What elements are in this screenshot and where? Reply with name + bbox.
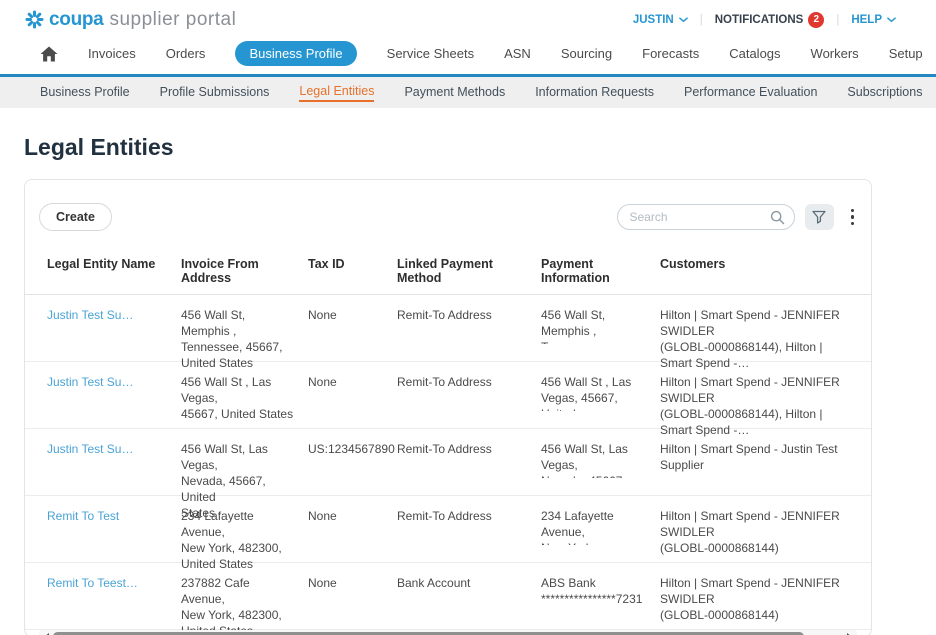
top-bar: coupa supplier portal JUSTIN | NOTIFICAT… [0, 0, 936, 37]
customers-cell: Hilton | Smart Spend - Justin Test Suppl… [660, 441, 863, 473]
nav-business-profile[interactable]: Business Profile [235, 41, 356, 66]
customers-cell: Hilton | Smart Spend - JENNIFER SWIDLER … [660, 508, 863, 556]
nav-orders[interactable]: Orders [166, 46, 206, 61]
create-button[interactable]: Create [39, 203, 112, 231]
col-header-customers: Customers [660, 257, 863, 285]
nav-asn[interactable]: ASN [504, 46, 531, 61]
horizontal-scrollbar [39, 630, 857, 635]
nav-service-sheets[interactable]: Service Sheets [387, 46, 474, 61]
linked-payment-method-cell: Remit-To Address [397, 374, 541, 390]
legal-entities-card: Create [24, 179, 872, 635]
user-menu-label: JUSTIN [633, 14, 674, 26]
table-row: Justin Test Su… 456 Wall St, Las Vegas, … [25, 429, 871, 496]
notifications-label: NOTIFICATIONS [715, 14, 804, 26]
linked-payment-method-cell: Remit-To Address [397, 508, 541, 524]
notifications-badge: 2 [808, 12, 824, 28]
page-title: Legal Entities [24, 134, 936, 161]
chevron-down-icon [887, 17, 896, 23]
user-menu[interactable]: JUSTIN [633, 14, 688, 26]
filter-button[interactable] [805, 204, 834, 230]
kebab-dot [851, 209, 855, 213]
legal-entity-link[interactable]: Remit To Teest… [47, 575, 181, 591]
toolbar: Create [25, 180, 871, 231]
sub-nav: Business Profile Profile Submissions Leg… [0, 77, 936, 108]
linked-payment-method-cell: Bank Account [397, 575, 541, 591]
tax-id-cell: None [308, 307, 397, 323]
invoice-from-address-cell: 456 Wall St , Las Vegas, 45667, United S… [181, 374, 308, 422]
help-menu[interactable]: HELP [851, 14, 896, 26]
subnav-subscriptions[interactable]: Subscriptions [847, 85, 922, 101]
search-input[interactable] [617, 204, 795, 230]
filter-funnel-icon [812, 210, 826, 224]
nav-invoices[interactable]: Invoices [88, 46, 136, 61]
kebab-dot [851, 215, 855, 219]
nav-setup[interactable]: Setup [889, 46, 923, 61]
subnav-legal-entities[interactable]: Legal Entities [299, 84, 374, 102]
nav-sourcing[interactable]: Sourcing [561, 46, 612, 61]
payment-information-cell: ABS Bank ****************7231 [541, 575, 660, 607]
col-header-payment-information: Payment Information [541, 257, 660, 285]
col-header-linked-payment-method: Linked Payment Method [397, 257, 541, 285]
main-content: Legal Entities Create [0, 134, 936, 635]
subnav-performance-evaluation[interactable]: Performance Evaluation [684, 85, 817, 101]
tax-id-cell: US:1234567890 [308, 441, 397, 457]
coupa-logo[interactable]: coupa supplier portal [24, 9, 236, 31]
divider: | [700, 14, 703, 26]
customers-cell: Hilton | Smart Spend - JENNIFER SWIDLER … [660, 575, 863, 623]
payment-information-cell: 234 Lafayette Avenue, New York, 482300,…… [541, 508, 660, 545]
table-row: Remit To Test 234 Lafayette Avenue, New … [25, 496, 871, 563]
col-header-invoice-from-address: Invoice From Address [181, 257, 308, 285]
tax-id-cell: None [308, 508, 397, 524]
main-nav: Invoices Orders Business Profile Service… [0, 37, 936, 74]
payment-information-cell: 456 Wall St, Las Vegas, Nevada, 45667, U… [541, 441, 660, 478]
nav-forecasts[interactable]: Forecasts [642, 46, 699, 61]
search-box [617, 204, 795, 230]
divider: | [836, 14, 839, 26]
nav-workers[interactable]: Workers [811, 46, 859, 61]
linked-payment-method-cell: Remit-To Address [397, 307, 541, 323]
col-header-legal-entity-name: Legal Entity Name [47, 257, 181, 285]
chevron-down-icon [679, 17, 688, 23]
nav-catalogs[interactable]: Catalogs [729, 46, 780, 61]
subnav-information-requests[interactable]: Information Requests [535, 85, 654, 101]
nav-home[interactable] [40, 46, 58, 62]
logo-suffix-text: supplier portal [109, 9, 236, 31]
invoice-from-address-cell: 237882 Cafe Avenue, New York, 482300, Un… [181, 575, 308, 635]
table-row: Justin Test Su… 456 Wall St , Las Vegas,… [25, 362, 871, 429]
legal-entity-link[interactable]: Justin Test Su… [47, 441, 181, 457]
subnav-payment-methods[interactable]: Payment Methods [404, 85, 505, 101]
table-header-row: Legal Entity Name Invoice From Address T… [25, 257, 871, 295]
tax-id-cell: None [308, 374, 397, 390]
scrollbar-track[interactable] [53, 630, 843, 635]
payment-information-cell: 456 Wall St, Memphis , Tennessee, 45667,… [541, 307, 660, 344]
linked-payment-method-cell: Remit-To Address [397, 441, 541, 457]
col-header-tax-id: Tax ID [308, 257, 397, 285]
notifications-link[interactable]: NOTIFICATIONS 2 [715, 12, 825, 28]
search-icon [770, 210, 785, 225]
more-options-button[interactable] [848, 206, 858, 229]
help-label: HELP [851, 14, 882, 26]
legal-entity-link[interactable]: Justin Test Su… [47, 307, 181, 323]
home-icon [40, 46, 58, 62]
tax-id-cell: None [308, 575, 397, 591]
logo-brand-text: coupa [49, 9, 103, 31]
table-row: Remit To Teest… 237882 Cafe Avenue, New … [25, 563, 871, 630]
legal-entity-link[interactable]: Remit To Test [47, 508, 181, 524]
kebab-dot [851, 222, 855, 226]
legal-entity-link[interactable]: Justin Test Su… [47, 374, 181, 390]
table-row: Justin Test Su… 456 Wall St, Memphis , T… [25, 295, 871, 362]
subnav-profile-submissions[interactable]: Profile Submissions [160, 85, 270, 101]
coupa-flower-icon [24, 9, 45, 30]
subnav-business-profile[interactable]: Business Profile [40, 85, 130, 101]
payment-information-cell: 456 Wall St , Las Vegas, 45667, United… [541, 374, 660, 411]
